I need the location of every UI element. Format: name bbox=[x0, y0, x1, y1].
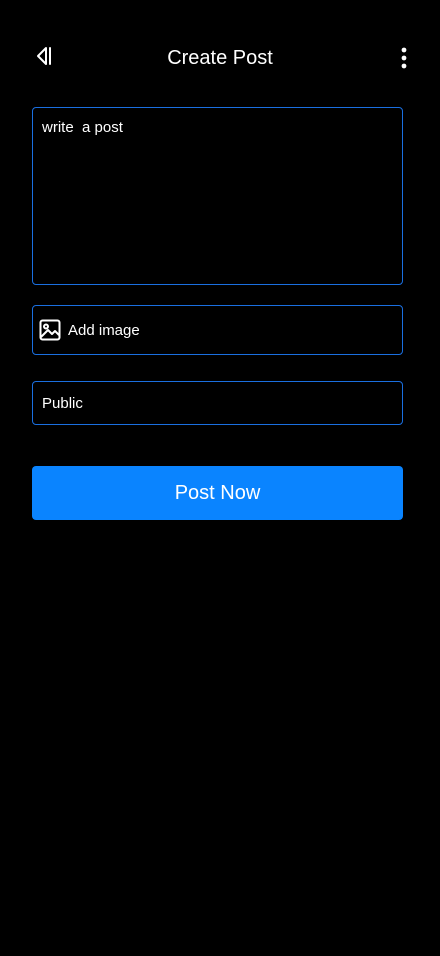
add-image-button[interactable]: Add image bbox=[32, 305, 403, 355]
visibility-select[interactable]: Public bbox=[32, 381, 403, 425]
visibility-value: Public bbox=[42, 394, 83, 412]
add-image-label: Add image bbox=[68, 321, 140, 339]
app-header: Create Post bbox=[0, 0, 440, 116]
page-title: Create Post bbox=[167, 47, 273, 69]
more-vertical-icon bbox=[401, 47, 407, 74]
post-text-input[interactable] bbox=[32, 107, 403, 285]
collapse-left-icon bbox=[35, 46, 53, 71]
post-now-button[interactable]: Post Now bbox=[32, 466, 403, 520]
more-options-button[interactable] bbox=[392, 46, 416, 74]
back-button[interactable] bbox=[30, 44, 58, 72]
image-icon bbox=[39, 319, 61, 341]
